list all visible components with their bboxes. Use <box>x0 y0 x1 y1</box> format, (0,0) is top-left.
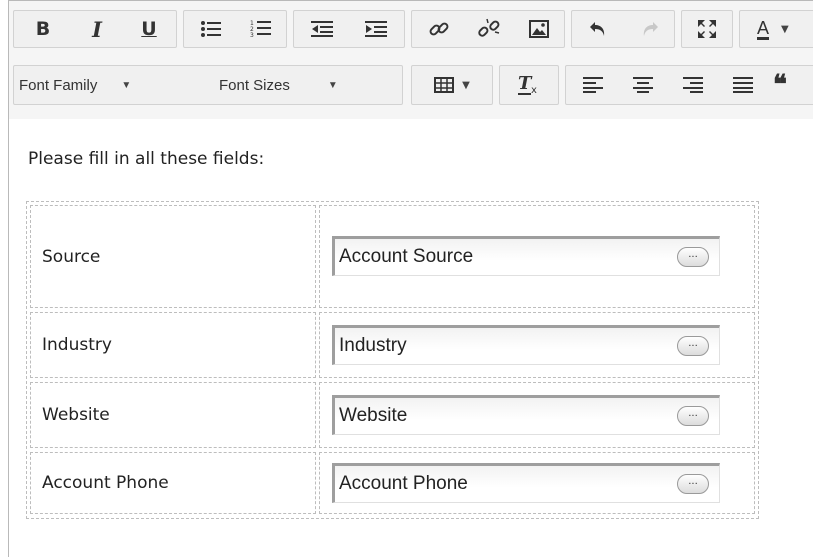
toolbar: B I U 1 2 3 A ▼ Font Family ▼ Font Sizes… <box>9 1 813 120</box>
justify-icon <box>733 77 753 93</box>
merge-field-value: Industry <box>339 335 407 356</box>
table-row: Account Phone Account Phone ... <box>30 452 755 514</box>
bullet-list-button[interactable] <box>187 10 235 48</box>
justify-button[interactable] <box>719 65 767 105</box>
link-button[interactable] <box>415 10 463 48</box>
clear-formatting-icon: T x <box>518 74 537 96</box>
table-cell-label: Source <box>30 205 316 308</box>
merge-field-source[interactable]: Account Source ... <box>332 236 720 276</box>
field-options-button[interactable]: ... <box>677 406 709 426</box>
bullet-list-icon <box>201 21 221 37</box>
font-family-label: Font Family <box>19 76 98 94</box>
italic-button[interactable]: I <box>75 10 119 48</box>
unlink-button[interactable] <box>465 10 513 48</box>
field-label-industry: Industry <box>42 335 112 355</box>
merge-field-industry[interactable]: Industry ... <box>332 325 720 365</box>
table-cell-value: Account Source ... <box>319 205 755 308</box>
align-left-button[interactable] <box>569 65 617 105</box>
font-family-dropdown[interactable]: Font Family ▼ <box>19 65 209 105</box>
merge-field-account-phone[interactable]: Account Phone ... <box>332 463 720 503</box>
svg-text:3: 3 <box>250 32 254 39</box>
align-center-icon <box>633 77 653 93</box>
editor-content[interactable]: Please fill in all these fields: Source … <box>9 119 813 557</box>
redo-button[interactable] <box>625 10 673 48</box>
merge-field-website[interactable]: Website ... <box>332 395 720 435</box>
table-cell-value: Website ... <box>319 382 755 448</box>
link-icon <box>429 22 449 36</box>
field-label-source: Source <box>42 246 101 267</box>
field-options-button[interactable]: ... <box>677 474 709 494</box>
chevron-down-icon: ▼ <box>121 79 132 91</box>
table-icon <box>434 77 455 93</box>
merge-field-value: Account Phone <box>339 473 468 494</box>
rich-text-editor: B I U 1 2 3 A ▼ Font Family ▼ Font Sizes… <box>8 0 813 557</box>
unlink-icon <box>478 18 500 37</box>
align-center-button[interactable] <box>619 65 667 105</box>
table-cell-value: Industry ... <box>319 312 755 378</box>
italic-icon: I <box>92 16 102 42</box>
svg-text:x: x <box>531 85 537 96</box>
form-table: Source Account Source ... Industry Indus… <box>26 201 759 519</box>
fullscreen-button[interactable] <box>683 10 731 48</box>
field-options-button[interactable]: ... <box>677 247 709 267</box>
blockquote-button[interactable]: ❝ <box>773 65 813 105</box>
bold-icon: B <box>35 18 51 40</box>
table-cell-value: Account Phone ... <box>319 452 755 514</box>
toolbar-row-1: B I U 1 2 3 A ▼ <box>13 10 813 48</box>
chevron-down-icon: ▼ <box>781 23 789 35</box>
field-label-website: Website <box>42 405 110 425</box>
outdent-button[interactable] <box>297 10 347 48</box>
indent-button[interactable] <box>351 10 401 48</box>
underline-icon: U <box>141 18 157 40</box>
merge-field-value: Account Source <box>339 246 474 267</box>
table-cell-label: Account Phone <box>30 452 316 514</box>
font-sizes-label: Font Sizes <box>219 76 290 94</box>
undo-icon <box>590 22 605 36</box>
align-right-button[interactable] <box>669 65 717 105</box>
numbered-list-icon: 1 2 3 <box>250 20 271 39</box>
text-color-icon: A <box>757 17 770 40</box>
text-color-button[interactable]: A ▼ <box>743 10 813 48</box>
field-label-account-phone: Account Phone <box>42 473 169 493</box>
align-right-icon <box>683 77 703 93</box>
image-icon <box>529 20 549 38</box>
numbered-list-button[interactable]: 1 2 3 <box>237 10 285 48</box>
table-cell-label: Website <box>30 382 316 448</box>
underline-button[interactable]: U <box>127 10 171 48</box>
undo-button[interactable] <box>575 10 623 48</box>
table-button[interactable]: ▼ <box>415 65 489 105</box>
align-left-icon <box>583 77 603 93</box>
font-sizes-dropdown[interactable]: Font Sizes ▼ <box>219 65 399 105</box>
table-row: Industry Industry ... <box>30 312 755 378</box>
toolbar-row-2: Font Family ▼ Font Sizes ▼ ▼ T x ❝ <box>13 65 813 105</box>
field-options-button[interactable]: ... <box>677 336 709 356</box>
intro-text: Please fill in all these fields: <box>28 149 265 169</box>
image-button[interactable] <box>515 10 563 48</box>
outdent-icon <box>311 21 333 37</box>
indent-icon <box>365 21 387 37</box>
table-cell-label: Industry <box>30 312 316 378</box>
merge-field-value: Website <box>339 405 408 426</box>
bold-button[interactable]: B <box>21 10 65 48</box>
chevron-down-icon: ▼ <box>327 79 338 91</box>
blockquote-icon: ❝ <box>773 70 787 100</box>
chevron-down-icon: ▼ <box>462 79 470 91</box>
table-row: Website Website ... <box>30 382 755 448</box>
clear-formatting-button[interactable]: T x <box>503 65 555 105</box>
table-row: Source Account Source ... <box>30 205 755 308</box>
fullscreen-icon <box>698 20 716 38</box>
redo-icon <box>643 22 658 36</box>
